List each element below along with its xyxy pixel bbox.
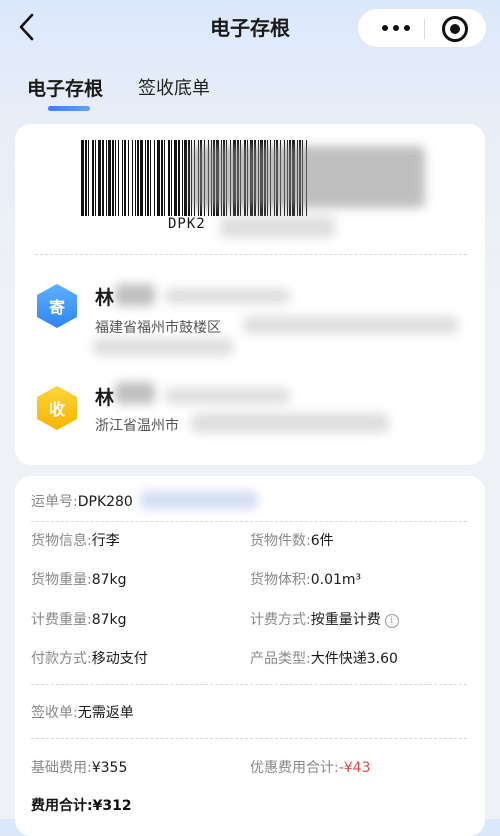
- dashed-divider: [31, 684, 467, 685]
- redaction-mosaic: [115, 382, 155, 404]
- billing-method-row: 计费方式:按重量计费 i: [250, 609, 399, 629]
- dashed-divider: [31, 738, 467, 739]
- cargo-info-row: 货物信息:行李: [31, 533, 120, 549]
- capsule-divider: [424, 19, 425, 39]
- stub-card: DPK2 寄 林 福建省福州市鼓楼区 收 林 浙江省温州市: [15, 124, 485, 465]
- waybill-row: 运单号:DPK280: [31, 494, 133, 510]
- more-options-button[interactable]: [370, 9, 422, 47]
- close-mini-program-button[interactable]: [442, 16, 468, 42]
- waybill-number: DPK280: [77, 494, 133, 510]
- discount-row: 优惠费用合计:-¥43: [250, 760, 371, 776]
- sender-address: 福建省福州市鼓楼区: [95, 320, 221, 336]
- redaction-mosaic: [165, 288, 290, 304]
- redaction-mosaic: [115, 284, 155, 306]
- product-type-row: 产品类型:大件快递3.60: [250, 651, 398, 667]
- barcode-number: DPK2: [168, 216, 206, 232]
- dot-icon: [382, 25, 388, 31]
- redaction-mosaic: [93, 338, 233, 356]
- cargo-volume-row: 货物体积:0.01m³: [250, 572, 362, 588]
- redaction-mosaic: [220, 216, 335, 238]
- navigation-bar: 电子存根: [0, 0, 500, 56]
- redaction-mosaic: [165, 388, 290, 404]
- details-card: 运单号:DPK280 货物信息:行李 货物件数:6件 货物重量:87kg 货物体…: [15, 476, 485, 836]
- base-fee-row: 基础费用:¥355: [31, 760, 128, 776]
- cargo-count-row: 货物件数:6件: [250, 533, 334, 549]
- mini-program-capsule: [357, 8, 487, 48]
- tab-electronic-stub[interactable]: 电子存根: [27, 74, 103, 101]
- receipt-row: 签收单:无需返单: [31, 705, 134, 721]
- sender-name: 林: [95, 287, 115, 309]
- dot-icon: [393, 25, 399, 31]
- billing-weight-row: 计费重量:87kg: [31, 612, 127, 628]
- receiver-badge-icon: 收: [37, 386, 77, 430]
- tab-bar: 电子存根 签收底单: [0, 66, 500, 114]
- total-fee-row: 费用合计:¥312: [31, 798, 132, 814]
- info-icon[interactable]: i: [384, 614, 399, 628]
- redaction-mosaic: [190, 146, 425, 208]
- tab-receipt-copy[interactable]: 签收底单: [138, 74, 210, 100]
- sender-badge-icon: 寄: [37, 284, 77, 328]
- dashed-divider: [35, 254, 467, 255]
- receiver-name: 林: [95, 387, 115, 409]
- cargo-weight-row: 货物重量:87kg: [31, 572, 127, 588]
- dashed-divider: [31, 521, 467, 522]
- receiver-address: 浙江省温州市: [95, 418, 179, 434]
- dot-icon: [404, 25, 410, 31]
- redaction-mosaic: [140, 491, 258, 509]
- redaction-mosaic: [243, 316, 458, 334]
- active-tab-indicator: [48, 106, 90, 111]
- redaction-mosaic: [191, 413, 389, 433]
- payment-method-row: 付款方式:移动支付: [31, 651, 148, 667]
